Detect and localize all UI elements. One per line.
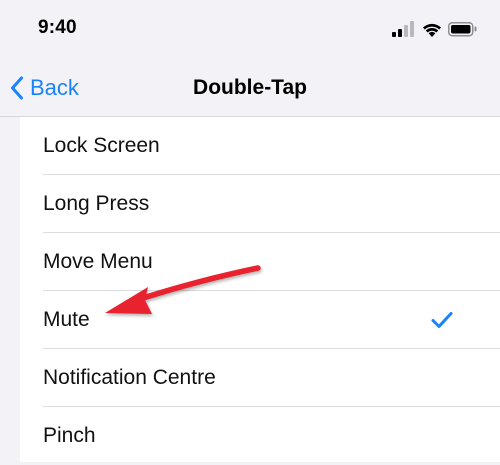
list-item-label: Move Menu	[43, 250, 153, 273]
list-item-label: Long Press	[43, 192, 150, 215]
status-bar: 9:40	[0, 0, 500, 58]
list-item-label: Lock Screen	[43, 134, 160, 157]
list-item-label: Pinch	[43, 424, 96, 447]
list-item-label: Mute	[43, 308, 90, 331]
options-list: Lock Screen Long Press Move Menu Mute No…	[20, 117, 500, 462]
battery-icon	[448, 22, 477, 37]
list-item-move-menu[interactable]: Move Menu	[20, 233, 500, 291]
list-item-long-press[interactable]: Long Press	[20, 175, 500, 233]
status-icons	[392, 21, 477, 37]
list-item-pinch[interactable]: Pinch	[20, 407, 500, 465]
wifi-icon	[423, 23, 441, 37]
status-time: 9:40	[38, 17, 77, 38]
list-item-label: Notification Centre	[43, 366, 216, 389]
list-item-lock-screen[interactable]: Lock Screen	[20, 117, 500, 175]
cellular-signal-icon	[392, 21, 414, 37]
list-item-mute[interactable]: Mute	[20, 291, 500, 349]
page-title: Double-Tap	[193, 76, 307, 99]
list-item-notification-centre[interactable]: Notification Centre	[20, 349, 500, 407]
checkmark-icon	[431, 312, 453, 328]
navigation-bar: Back Double-Tap	[0, 58, 500, 116]
